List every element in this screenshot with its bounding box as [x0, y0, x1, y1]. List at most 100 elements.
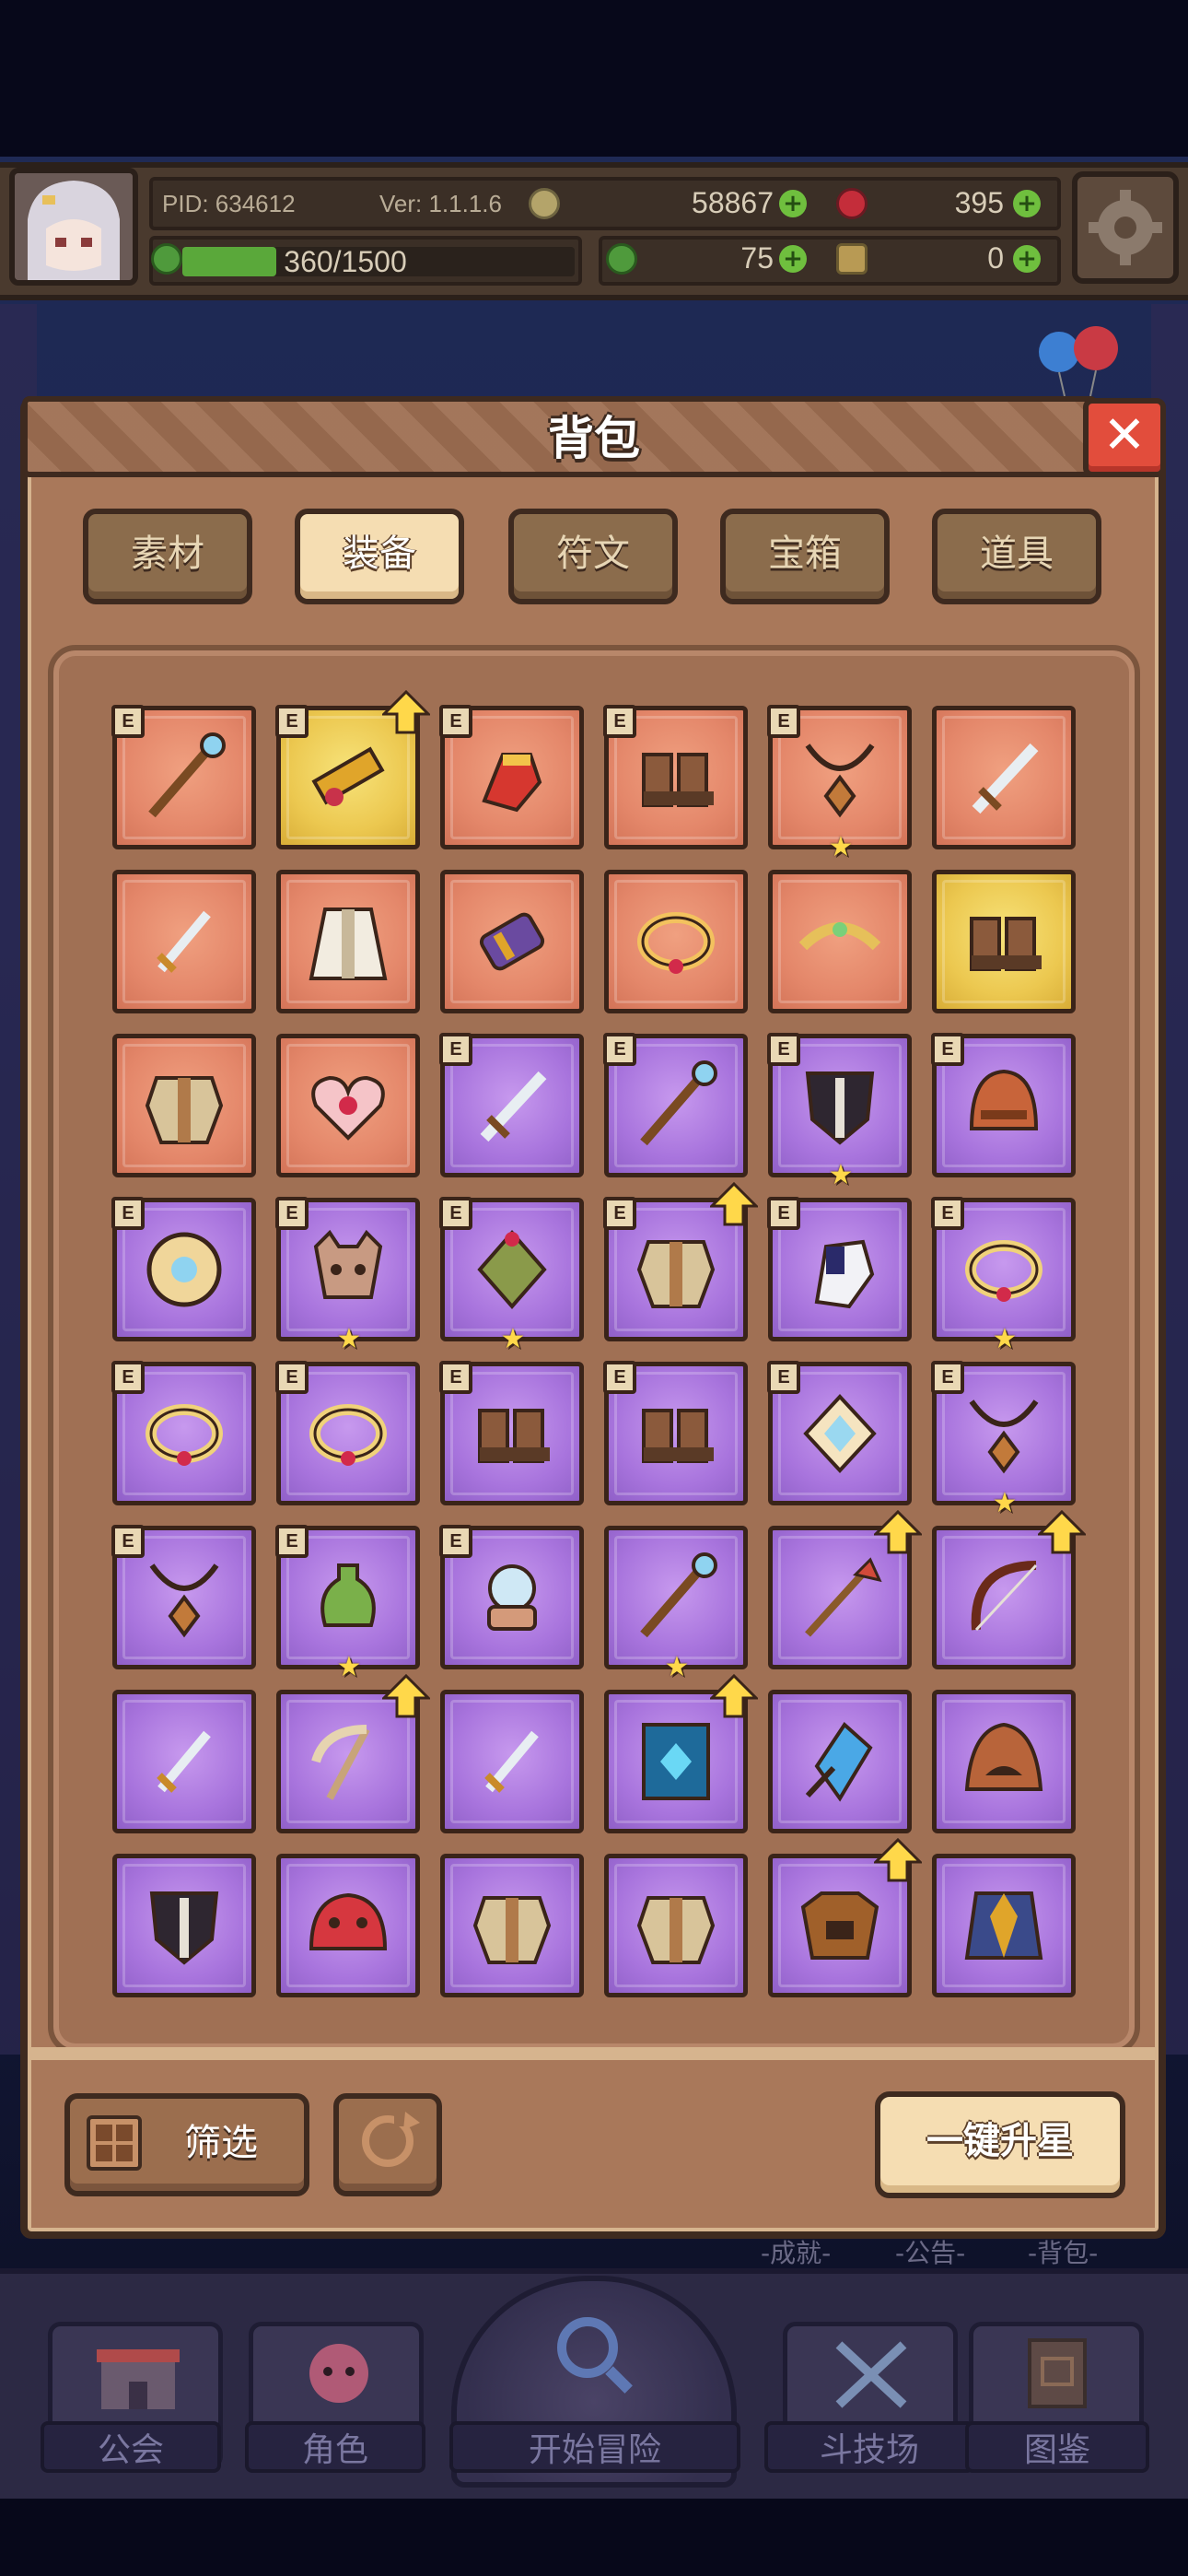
inventory-slot[interactable]: E ★ [275, 1525, 420, 1681]
inventory-slot[interactable]: E ★ [767, 1033, 912, 1189]
equipped-badge: E [275, 1525, 309, 1558]
sword-icon [480, 1071, 547, 1142]
inventory-slot[interactable]: E [111, 1197, 256, 1341]
star-icon: ★ [336, 1651, 362, 1683]
add-gold-button[interactable]: + [779, 190, 807, 217]
inventory-slot[interactable] [440, 870, 584, 1013]
beast-helm-icon [800, 1891, 879, 1960]
equipped-badge: E [439, 705, 472, 738]
inventory-slot[interactable]: E [275, 690, 430, 849]
inventory-slot[interactable] [112, 1854, 256, 1997]
inventory-slot[interactable] [604, 1854, 748, 1997]
inventory-slot[interactable]: E [111, 1361, 256, 1505]
inventory-slot[interactable]: E ★ [439, 1197, 584, 1353]
inventory-slot[interactable]: E [439, 1361, 584, 1505]
game-version: Ver: 1.1.1.6 [379, 190, 502, 217]
inventory-slot[interactable]: E [767, 1361, 912, 1505]
add-gems-button[interactable]: + [1013, 190, 1041, 217]
inventory-slot[interactable] [440, 1854, 584, 1997]
notice-label: -公告- [895, 2238, 966, 2268]
star-icon: ★ [336, 1323, 362, 1355]
add-keys-button[interactable]: + [1013, 245, 1041, 273]
inventory-slot[interactable] [768, 870, 912, 1013]
inventory-slot[interactable] [276, 1854, 420, 1997]
inventory-slot[interactable] [768, 1510, 922, 1669]
inventory-slot[interactable]: E [439, 1525, 584, 1669]
inventory-slot[interactable] [440, 1690, 584, 1833]
add-clover-button[interactable]: + [779, 245, 807, 273]
inventory-slot[interactable] [112, 1034, 256, 1177]
inventory-slot[interactable]: E [603, 1033, 748, 1177]
settings-button[interactable] [1072, 171, 1179, 284]
hood-icon [964, 1722, 1043, 1791]
inventory-slot[interactable] [276, 1034, 420, 1177]
inventory-slot[interactable] [932, 706, 1076, 849]
gold-amount: 58867 [692, 186, 774, 219]
boots-icon [478, 1409, 550, 1463]
inventory-slot[interactable]: E [603, 705, 748, 849]
tab-equipment[interactable]: 装备 [295, 509, 464, 604]
star-icon: ★ [828, 1159, 854, 1191]
character-face-icon [309, 2344, 368, 2403]
inventory-slot[interactable] [932, 870, 1076, 1013]
close-button[interactable]: ✕ [1083, 398, 1166, 477]
staff-icon [148, 732, 226, 818]
inventory-slot[interactable]: E ★ [275, 1197, 420, 1353]
tiara-icon [798, 922, 881, 951]
inventory-slot[interactable]: E ★ [931, 1197, 1076, 1353]
inventory-slot[interactable]: E [603, 1182, 758, 1341]
coat-icon [964, 1891, 1043, 1960]
inventory-slot[interactable] [768, 1838, 922, 1997]
inventory-slot[interactable]: E ★ [931, 1361, 1076, 1517]
inventory-slot[interactable]: E [111, 1525, 256, 1669]
gauntlet-icon [482, 753, 542, 813]
inventory-slot[interactable] [276, 870, 420, 1013]
equipped-badge: E [111, 1197, 145, 1230]
inventory-slot[interactable]: E [439, 1033, 584, 1177]
armor-icon [472, 1896, 552, 1964]
refresh-button[interactable] [333, 2093, 442, 2196]
inventory-slot[interactable] [112, 870, 256, 1013]
helmet-icon [969, 1069, 1039, 1130]
ring-icon [637, 912, 715, 974]
inventory-slot[interactable] [932, 1690, 1076, 1833]
star-icon: ★ [828, 831, 854, 863]
inventory-slot[interactable] [768, 1690, 912, 1833]
inventory-slot[interactable]: E [603, 1361, 748, 1505]
inventory-slot[interactable]: E [275, 1361, 420, 1505]
inventory-slot[interactable]: E ★ [767, 705, 912, 861]
inventory-slot[interactable]: ★ [604, 1526, 748, 1681]
one-key-star-up-button[interactable]: 一键升星 [875, 2091, 1125, 2198]
key-amount: 0 [987, 241, 1004, 275]
codex-book-icon [1028, 2338, 1087, 2408]
gem-icon [803, 1394, 877, 1473]
star-icon: ★ [992, 1323, 1018, 1355]
spear-icon [805, 1557, 882, 1637]
inventory-slot[interactable]: E [439, 705, 584, 849]
tab-items[interactable]: 道具 [932, 509, 1101, 604]
equipped-badge: E [603, 1361, 636, 1394]
dagger-icon [157, 910, 211, 973]
inventory-slot[interactable]: E [931, 1033, 1076, 1177]
inventory-slot[interactable] [112, 1690, 256, 1833]
tab-chests[interactable]: 宝箱 [720, 509, 890, 604]
inventory-slot[interactable] [276, 1674, 430, 1833]
inventory-slot[interactable] [932, 1510, 1086, 1669]
inventory-slot[interactable] [604, 870, 748, 1013]
avatar-portrait-icon [15, 173, 133, 280]
upgrade-arrow-icon [382, 690, 430, 734]
inventory-slot[interactable] [604, 1674, 758, 1833]
footer-divider [28, 2047, 1159, 2060]
inventory-slot[interactable]: E [767, 1197, 912, 1341]
inventory-slot[interactable]: E [111, 705, 256, 849]
player-avatar[interactable] [9, 168, 138, 286]
star-icon: ★ [664, 1651, 690, 1683]
crossed-swords-icon [835, 2341, 907, 2408]
tab-runes[interactable]: 符文 [508, 509, 678, 604]
equipped-badge: E [767, 1033, 800, 1066]
tab-materials[interactable]: 素材 [83, 509, 252, 604]
potion-icon [320, 1563, 376, 1627]
inventory-slot[interactable] [932, 1854, 1076, 1997]
guild-building-icon [97, 2349, 180, 2409]
lantern-icon [477, 1229, 547, 1310]
